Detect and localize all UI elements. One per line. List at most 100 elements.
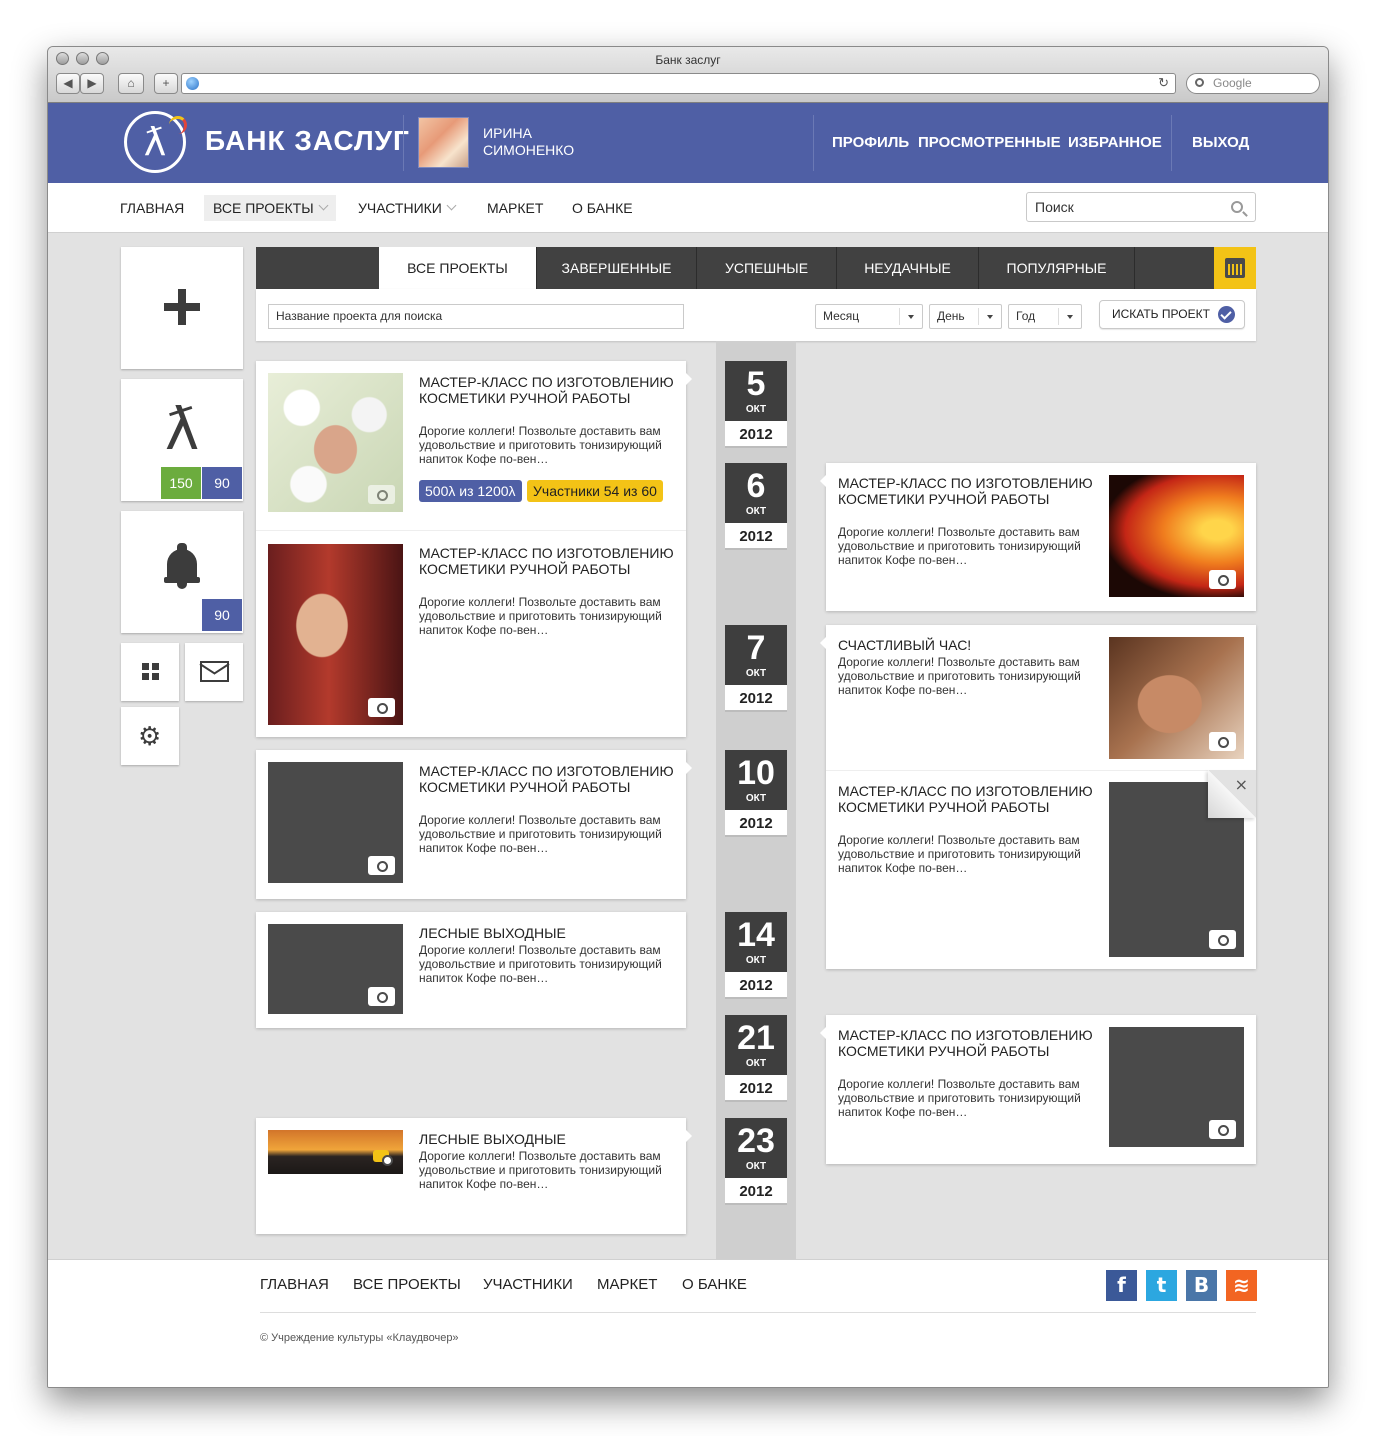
- add-project-tile[interactable]: [121, 247, 243, 369]
- members-badge: Участники 54 из 60: [527, 480, 663, 502]
- home-button[interactable]: ⌂: [118, 73, 144, 94]
- menu-home[interactable]: ГЛАВНАЯ: [111, 195, 193, 221]
- project-card[interactable]: Счастливый час! Дорогие коллеги! Позволь…: [820, 625, 1256, 969]
- address-bar[interactable]: ↻: [181, 73, 1176, 94]
- window-title: Банк заслуг: [655, 53, 721, 67]
- project-photo[interactable]: [268, 544, 403, 725]
- calendar-button[interactable]: [1214, 247, 1256, 289]
- project-photo[interactable]: [268, 1130, 403, 1174]
- avatar[interactable]: [418, 117, 469, 168]
- day-select[interactable]: День: [929, 304, 1002, 329]
- camera-icon: [373, 1150, 393, 1166]
- project-card[interactable]: Лесные выходные Дорогие коллеги! Позволь…: [256, 912, 686, 1028]
- rss-icon[interactable]: ≋: [1226, 1270, 1257, 1301]
- footer-link-all-projects[interactable]: ВСЕ ПРОЕКТЫ: [353, 1276, 461, 1293]
- project-title[interactable]: Мастер-класс по изготовлению косметики р…: [419, 374, 679, 406]
- project-title[interactable]: Мастер-класс по изготовлению косметики р…: [838, 783, 1098, 815]
- balance-tile[interactable]: ƛ 150 90: [121, 379, 243, 501]
- date-marker: 5 ОКТ 2012: [725, 361, 787, 449]
- vk-icon[interactable]: B: [1186, 1270, 1217, 1301]
- project-description: Дорогие коллеги! Позвольте доставить вам…: [838, 525, 1081, 567]
- day-select-value: День: [937, 309, 965, 323]
- logo-icon[interactable]: ƛ: [124, 111, 187, 173]
- site-footer: ГЛАВНАЯ ВСЕ ПРОЕКТЫ УЧАСТНИКИ МАРКЕТ О Б…: [48, 1259, 1328, 1387]
- grid-icon: [142, 663, 160, 681]
- project-photo[interactable]: [1109, 637, 1244, 759]
- project-title[interactable]: Мастер-класс по изготовлению косметики р…: [419, 763, 679, 795]
- filter-bar: Название проекта для поиска Месяц День Г…: [256, 289, 1256, 341]
- browser-search-field[interactable]: Google: [1186, 73, 1320, 94]
- back-button[interactable]: ◀: [56, 73, 80, 94]
- footer-link-home[interactable]: ГЛАВНАЯ: [260, 1276, 329, 1293]
- twitter-icon[interactable]: t: [1146, 1270, 1177, 1301]
- chevron-down-icon: [318, 200, 329, 211]
- nav-viewed[interactable]: ПРОСМОТРЕННЫЕ: [918, 103, 1061, 183]
- tab-completed[interactable]: ЗАВЕРШЕННЫЕ: [536, 247, 696, 289]
- camera-icon: [368, 987, 395, 1006]
- date-marker: 21 ОКТ 2012: [725, 1015, 787, 1103]
- project-photo-placeholder[interactable]: [268, 924, 403, 1014]
- user-name[interactable]: ИРИНА СИМОНЕНКО: [483, 125, 603, 159]
- project-photo[interactable]: [1109, 475, 1244, 597]
- project-search-input[interactable]: Название проекта для поиска: [268, 304, 684, 329]
- browser-search-placeholder: Google: [1213, 76, 1252, 90]
- divider: [260, 1312, 1256, 1313]
- project-photo-placeholder[interactable]: [1109, 1027, 1244, 1147]
- date-month: ОКТ: [745, 404, 767, 415]
- date-year: 2012: [725, 1178, 787, 1205]
- project-title[interactable]: Мастер-класс по изготовлению косметики р…: [838, 475, 1098, 507]
- project-description: Дорогие коллеги! Позвольте доставить вам…: [419, 424, 662, 466]
- date-marker: 14 ОКТ 2012: [725, 912, 787, 1000]
- project-photo-placeholder[interactable]: [268, 762, 403, 883]
- project-card[interactable]: Лесные выходные Дорогие коллеги! Позволь…: [256, 1118, 692, 1234]
- search-project-label: ИСКАТЬ ПРОЕКТ: [1112, 307, 1210, 321]
- back-icon: ◀: [63, 76, 73, 90]
- search-project-button[interactable]: ИСКАТЬ ПРОЕКТ: [1099, 300, 1245, 329]
- close-icon[interactable]: ×: [1235, 775, 1248, 794]
- messages-tile[interactable]: [185, 643, 243, 701]
- grid-view-tile[interactable]: [121, 643, 179, 701]
- new-tab-button[interactable]: +: [154, 73, 178, 94]
- nav-favorites[interactable]: ИЗБРАННОЕ: [1068, 103, 1162, 183]
- date-marker: 23 ОКТ 2012: [725, 1118, 787, 1206]
- footer-link-members[interactable]: УЧАСТНИКИ: [483, 1276, 573, 1293]
- search-icon[interactable]: [1231, 201, 1243, 213]
- project-card[interactable]: Мастер-класс по изготовлению косметики р…: [820, 463, 1256, 611]
- date-year: 2012: [725, 1075, 787, 1102]
- project-card[interactable]: Мастер-класс по изготовлению косметики р…: [256, 361, 692, 737]
- menu-all-projects[interactable]: ВСЕ ПРОЕКТЫ: [204, 195, 336, 221]
- menu-about[interactable]: О БАНКЕ: [563, 195, 642, 221]
- settings-tile[interactable]: ⚙: [121, 707, 179, 765]
- divider: [256, 530, 686, 531]
- tab-failed[interactable]: НЕУДАЧНЫЕ: [836, 247, 978, 289]
- project-photo[interactable]: [268, 373, 403, 512]
- notifications-tile[interactable]: 90: [121, 511, 243, 633]
- project-title[interactable]: Счастливый час!: [838, 637, 1098, 653]
- project-card[interactable]: Мастер-класс по изготовлению косметики р…: [256, 750, 692, 899]
- forward-button[interactable]: ▶: [80, 73, 104, 94]
- footer-link-about[interactable]: О БАНКЕ: [682, 1276, 747, 1293]
- date-year: 2012: [725, 972, 787, 999]
- tab-successful[interactable]: УСПЕШНЫЕ: [696, 247, 836, 289]
- tab-popular[interactable]: ПОПУЛЯРНЫЕ: [978, 247, 1134, 289]
- project-card[interactable]: Мастер-класс по изготовлению косметики р…: [820, 1015, 1256, 1164]
- year-select[interactable]: Год: [1008, 304, 1082, 329]
- logo-text[interactable]: БАНК ЗАСЛУГ: [205, 125, 410, 157]
- facebook-icon[interactable]: f: [1106, 1270, 1137, 1301]
- project-title[interactable]: Мастер-класс по изготовлению косметики р…: [419, 545, 679, 577]
- date-year: 2012: [725, 523, 787, 550]
- search-input[interactable]: Поиск: [1026, 192, 1256, 222]
- nav-profile[interactable]: ПРОФИЛЬ: [832, 103, 909, 183]
- project-title[interactable]: Лесные выходные: [419, 1131, 679, 1147]
- footer-link-market[interactable]: МАРКЕТ: [597, 1276, 657, 1293]
- project-title[interactable]: Мастер-класс по изготовлению косметики р…: [838, 1027, 1098, 1059]
- menu-members[interactable]: УЧАСТНИКИ: [349, 195, 464, 221]
- tab-all-projects[interactable]: ВСЕ ПРОЕКТЫ: [379, 247, 536, 289]
- copyright: © Учреждение культуры «Клаудвочер»: [260, 1332, 459, 1344]
- logout-link[interactable]: ВЫХОД: [1192, 103, 1249, 183]
- project-title[interactable]: Лесные выходные: [419, 925, 679, 941]
- menu-market[interactable]: МАРКЕТ: [478, 195, 552, 221]
- date-day: 10: [737, 754, 775, 792]
- reload-icon[interactable]: ↻: [1158, 75, 1169, 91]
- month-select[interactable]: Месяц: [815, 304, 923, 329]
